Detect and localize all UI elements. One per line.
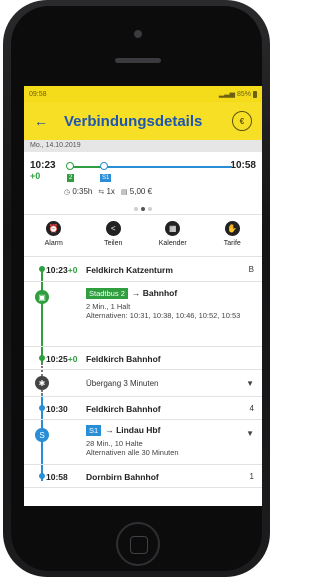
bus-line-badge: 2 <box>67 174 75 182</box>
calendar-button[interactable]: ▦ Kalender <box>148 221 198 247</box>
page-indicator <box>24 207 262 211</box>
stop-dot <box>39 266 45 272</box>
segment-alternatives: Alternativen alle 30 Minuten <box>86 448 179 457</box>
stop-platform: 4 <box>249 404 254 413</box>
duration: 0:35h <box>72 187 93 196</box>
train-start-node <box>100 162 108 170</box>
stop-name: Dornbirn Bahnhof <box>86 472 159 482</box>
departure-time: 10:23 <box>30 160 56 171</box>
status-time: 09:58 <box>29 90 47 98</box>
price: 5,00 € <box>129 187 153 196</box>
share-label: Teilen <box>104 240 123 247</box>
clock-icon: ◷ <box>64 189 71 196</box>
stop-delay: +0 <box>67 265 78 275</box>
line-badge: Stadtbus 2 <box>86 288 128 299</box>
stop-row[interactable]: 10:30 Feldkirch Bahnhof 4 <box>24 397 262 420</box>
arrow-label: → <box>105 425 117 435</box>
tariff-icon[interactable]: € <box>232 111 252 131</box>
page-dot <box>148 207 152 211</box>
app-bar: ← Verbindungsdetails € <box>24 102 262 140</box>
action-bar: ⏰ Alarm < Teilen ▦ Kalender ✋ Tarife <box>24 215 262 257</box>
stop-name: Feldkirch Bahnhof <box>86 404 161 414</box>
direction: Bahnhof <box>142 288 178 298</box>
bus-icon: ▣ <box>35 290 49 304</box>
segment-detail: 28 Min., 10 Halte <box>86 439 143 448</box>
transfers: 1x <box>106 187 115 196</box>
page-title: Verbindungsdetails <box>64 112 203 130</box>
stop-dot <box>39 473 45 479</box>
earpiece-speaker <box>115 58 161 63</box>
battery-percent: 85% <box>236 90 251 98</box>
alarm-label: Alarm <box>44 240 63 247</box>
stop-time: 10:30 <box>46 404 68 414</box>
calendar-label: Kalender <box>158 240 187 247</box>
stop-row[interactable]: 10:58 Dornbirn Bahnhof 1 <box>24 465 262 488</box>
home-button[interactable] <box>116 522 160 566</box>
tariff-hand-icon: ✋ <box>224 221 240 236</box>
stop-delay: +0 <box>67 354 78 364</box>
stop-time: 10:23 <box>46 265 68 275</box>
direction: Lindau Hbf <box>116 425 161 435</box>
segment-row[interactable]: S S1 → Lindau Hbf 28 Min., 10 Halte Alter… <box>24 420 262 465</box>
date-label: Mo., 14.10.2019 <box>24 140 262 152</box>
train-line-badge: S1 <box>100 174 112 182</box>
chevron-down-icon[interactable]: ▼ <box>246 379 254 388</box>
screen: 09:58 ▂▃▅ 85% ← Verbindungsdetails € Mo.… <box>24 86 262 506</box>
tariff-label: Tarife <box>223 240 241 247</box>
segment-detail: 2 Min., 1 Halt <box>86 302 131 311</box>
bus-start-node <box>66 162 74 170</box>
train-icon: S <box>35 428 49 442</box>
transfer-row[interactable]: ✱ Übergang 3 Minuten ▼ <box>24 370 262 397</box>
chevron-down-icon[interactable]: ▼ <box>246 429 254 438</box>
stop-time: 10:25 <box>46 354 68 364</box>
ticket-icon: ▤ <box>120 189 128 196</box>
back-arrow-icon[interactable]: ← <box>30 113 52 129</box>
phone-frame: 09:58 ▂▃▅ 85% ← Verbindungsdetails € Mo.… <box>3 0 270 577</box>
arrival-time: 10:58 <box>230 160 256 171</box>
stop-row[interactable]: 10:25+0 Feldkirch Bahnhof <box>24 347 262 370</box>
front-camera <box>134 30 142 38</box>
stop-platform: 1 <box>249 472 254 481</box>
arrow-label: → <box>131 288 143 298</box>
segment-row[interactable]: ▣ Stadtbus 2 → Bahnhof 2 Min., 1 Halt Alt… <box>24 282 262 347</box>
status-bar: 09:58 ▂▃▅ 85% <box>24 86 262 102</box>
stop-time: 10:58 <box>46 472 68 482</box>
battery-icon <box>253 90 257 98</box>
stop-dot <box>39 355 45 361</box>
stop-platform: B <box>248 265 254 274</box>
transfer-icon: ⇆ <box>98 189 105 196</box>
segment-alternatives: Alternativen: 10:31, 10:38, 10:46, 10:52… <box>86 311 241 320</box>
connection-summary[interactable]: 10:23 +0 10:58 2 S1 ◷ 0:35h ⇆ 1x ▤ 5,00 … <box>24 152 262 215</box>
journey-list: 10:23+0 Feldkirch Katzenturm B ▣ Stadtbu… <box>24 257 262 488</box>
transfer-text: Übergang 3 Minuten <box>86 379 159 388</box>
stop-name: Feldkirch Bahnhof <box>86 354 161 364</box>
departure-delay: +0 <box>30 171 41 181</box>
stop-name: Feldkirch Katzenturm <box>86 265 173 275</box>
page-dot <box>134 207 138 211</box>
stop-dot <box>39 405 45 411</box>
page-dot-active <box>141 207 145 211</box>
share-icon: < <box>105 221 121 236</box>
alarm-button[interactable]: ⏰ Alarm <box>29 221 79 247</box>
calendar-icon: ▦ <box>165 221 181 236</box>
line-badge: S1 <box>86 425 102 436</box>
summary-info: ◷ 0:35h ⇆ 1x ▤ 5,00 € <box>64 187 152 196</box>
stop-row[interactable]: 10:23+0 Feldkirch Katzenturm B <box>24 257 262 282</box>
train-segment-bar <box>104 166 232 168</box>
alarm-clock-icon: ⏰ <box>46 221 62 236</box>
walk-icon: ✱ <box>35 376 49 390</box>
share-button[interactable]: < Teilen <box>88 221 138 247</box>
signal-icon: ▂▃▅ <box>218 91 235 98</box>
tariff-button[interactable]: ✋ Tarife <box>207 221 257 247</box>
